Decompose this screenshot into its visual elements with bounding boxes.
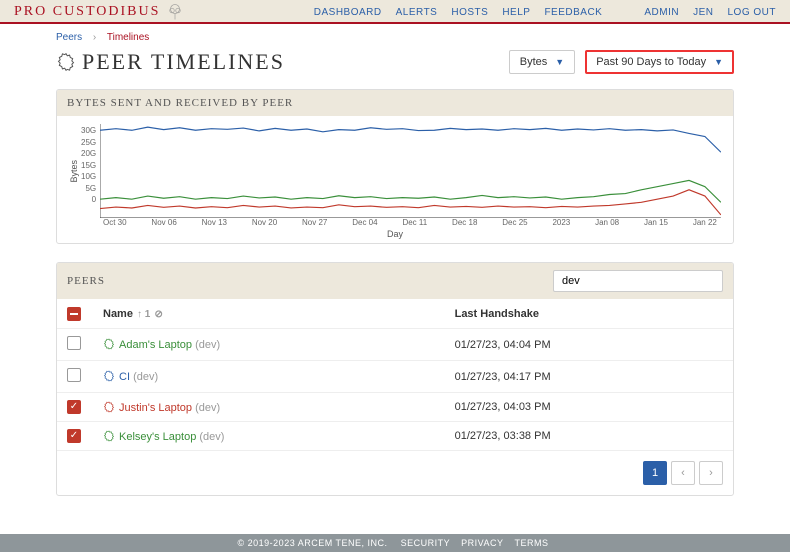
sort-asc-icon: ↑ 1	[137, 309, 150, 320]
handshake-cell: 01/27/23, 04:17 PM	[445, 361, 733, 393]
footer: © 2019-2023 ARCEM TENE, INC. SECURITY PR…	[0, 534, 790, 552]
sort-clear-icon[interactable]: ⊘	[154, 309, 162, 320]
table-row: Adam's Laptop (dev) 01/27/23, 04:04 PM	[57, 329, 733, 361]
chart-xlabel: Day	[69, 229, 721, 239]
peers-panel-title: PEERS	[67, 275, 105, 287]
nav-admin[interactable]: ADMIN	[644, 7, 679, 18]
peer-gear-icon	[103, 401, 115, 413]
metric-select[interactable]: Bytes▼	[509, 50, 575, 74]
chart-ylabel: Bytes	[69, 160, 79, 183]
chart-plot	[100, 124, 721, 218]
row-checkbox[interactable]	[67, 336, 81, 350]
peer-gear-icon	[103, 338, 115, 350]
chevron-down-icon: ▼	[714, 57, 723, 67]
chart-yaxis: 30G25G20G15G10G5G0	[81, 124, 100, 218]
table-row: Justin's Laptop (dev) 01/27/23, 04:03 PM	[57, 393, 733, 422]
table-row: Kelsey's Laptop (dev) 01/27/23, 03:38 PM	[57, 422, 733, 451]
breadcrumb-root[interactable]: Peers	[56, 32, 82, 43]
brand-logo[interactable]: PRO CUSTODIBUS	[14, 4, 160, 20]
date-range-select[interactable]: Past 90 Days to Today▼	[585, 50, 734, 74]
row-checkbox[interactable]	[67, 368, 81, 382]
select-all-checkbox[interactable]	[67, 307, 81, 321]
table-row: CI (dev) 01/27/23, 04:17 PM	[57, 361, 733, 393]
chart-xaxis: Oct 30Nov 06Nov 13Nov 20Nov 27Dec 04Dec …	[103, 218, 721, 227]
chart-panel: BYTES SENT AND RECEIVED BY PEER Bytes 30…	[56, 89, 734, 244]
chevron-down-icon: ▼	[555, 57, 564, 67]
row-checkbox[interactable]	[67, 400, 81, 414]
peer-link[interactable]: Adam's Laptop (dev)	[119, 339, 220, 351]
nav-logout[interactable]: LOG OUT	[727, 7, 776, 18]
chart-panel-title: BYTES SENT AND RECEIVED BY PEER	[57, 90, 733, 116]
gear-icon	[56, 52, 76, 72]
col-name[interactable]: Name ↑ 1 ⊘	[93, 299, 445, 329]
peer-link[interactable]: Justin's Laptop (dev)	[119, 402, 220, 414]
peer-gear-icon	[103, 370, 115, 382]
top-nav: DASHBOARD ALERTS HOSTS HELP FEEDBACK ADM…	[314, 7, 776, 18]
page-1[interactable]: 1	[643, 461, 667, 485]
handshake-cell: 01/27/23, 03:38 PM	[445, 422, 733, 451]
nav-dashboard[interactable]: DASHBOARD	[314, 7, 382, 18]
page-title: PEER TIMELINES	[82, 49, 285, 75]
page-prev[interactable]: ‹	[671, 461, 695, 485]
breadcrumb-sep: ›	[93, 32, 96, 43]
breadcrumb-current: Timelines	[107, 32, 149, 43]
peer-link[interactable]: CI (dev)	[119, 371, 158, 383]
footer-terms[interactable]: TERMS	[514, 538, 548, 548]
col-handshake[interactable]: Last Handshake	[445, 299, 733, 329]
pagination: 1 ‹ ›	[57, 451, 733, 495]
breadcrumb: Peers › Timelines	[56, 32, 734, 43]
nav-help[interactable]: HELP	[502, 7, 530, 18]
search-input[interactable]	[553, 270, 723, 292]
footer-privacy[interactable]: PRIVACY	[461, 538, 503, 548]
peer-link[interactable]: Kelsey's Laptop (dev)	[119, 431, 224, 443]
handshake-cell: 01/27/23, 04:03 PM	[445, 393, 733, 422]
nav-alerts[interactable]: ALERTS	[396, 7, 438, 18]
peer-gear-icon	[103, 430, 115, 442]
brand-tree-icon	[166, 3, 184, 21]
footer-security[interactable]: SECURITY	[401, 538, 451, 548]
nav-user[interactable]: JEN	[693, 7, 713, 18]
nav-feedback[interactable]: FEEDBACK	[544, 7, 602, 18]
peers-panel: PEERS Name ↑ 1 ⊘ Last Handshake Adam's L…	[56, 262, 734, 496]
row-checkbox[interactable]	[67, 429, 81, 443]
nav-hosts[interactable]: HOSTS	[451, 7, 488, 18]
page-next[interactable]: ›	[699, 461, 723, 485]
handshake-cell: 01/27/23, 04:04 PM	[445, 329, 733, 361]
